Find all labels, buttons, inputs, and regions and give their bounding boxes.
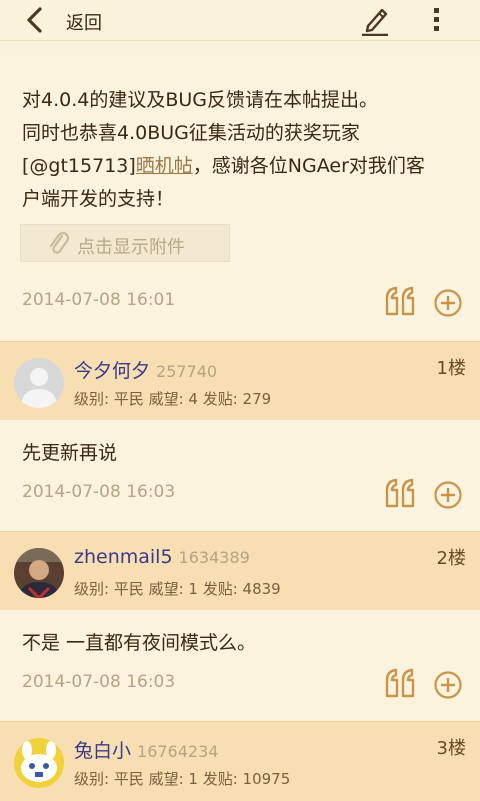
post-date: 2014-07-08 16:01 [22,290,176,310]
user-photo-icon [14,548,64,598]
username-text[interactable]: 今夕何夕 [74,360,150,382]
show-attachment-button[interactable]: 点击显示附件 [20,224,230,262]
post-link[interactable]: 晒机帖 [136,155,193,177]
reply-body: 先更新再说 2014-07-08 16:03 [0,420,480,530]
username-text[interactable]: 兔白小 [74,740,131,762]
post-line: 户端开发的支持！ [22,188,175,210]
quote-icon[interactable] [384,286,418,316]
post-line: [@gt15713]晒机帖，感谢各位NGAer对我们客 [22,150,462,183]
more-menu-icon[interactable] [426,6,448,34]
reply-date: 2014-07-08 16:03 [22,482,176,502]
username[interactable]: 今夕何夕 257740 [74,356,217,383]
attachment-label: 点击显示附件 [77,237,185,258]
quote-icon[interactable] [384,668,418,698]
floor-header[interactable]: 今夕何夕 257740 级别: 平民 威望: 4 发贴: 279 1楼 [0,341,480,420]
back-button[interactable]: 返回 [66,9,102,35]
default-user-icon [14,358,64,408]
main-post: 对4.0.4的建议及BUG反馈请在本帖提出。 同时也恭喜4.0BUG征集活动的获… [0,58,480,340]
floor-number: 2楼 [436,548,466,569]
post-content: 对4.0.4的建议及BUG反馈请在本帖提出。 同时也恭喜4.0BUG征集活动的获… [22,84,462,216]
back-arrow-icon[interactable] [22,6,50,34]
add-reply-icon[interactable] [433,288,463,318]
user-stats: 级别: 平民 威望: 1 发贴: 10975 [74,770,291,788]
post-line: 同时也恭喜4.0BUG征集活动的获奖玩家 [22,122,360,144]
edit-pen-icon[interactable] [360,4,390,36]
reply-body: 不是 一直都有夜间模式么。 2014-07-08 16:03 [0,610,480,720]
paperclip-icon [49,231,70,254]
username-text[interactable]: zhenmail5 [74,546,173,568]
floor-header[interactable]: zhenmail5 1634389 级别: 平民 威望: 1 发贴: 4839 2… [0,531,480,610]
mention-text: [@gt15713] [22,155,136,177]
user-id: 1634389 [178,548,250,567]
reply-text: 不是 一直都有夜间模式么。 [22,632,257,654]
cartoon-rabbit-icon [14,738,64,788]
avatar[interactable] [14,738,64,788]
reply-date: 2014-07-08 16:03 [22,672,176,692]
add-reply-icon[interactable] [433,670,463,700]
floor-header[interactable]: 兔白小 16764234 级别: 平民 威望: 1 发贴: 10975 3楼 [0,721,480,801]
top-bar: 返回 [0,0,480,41]
avatar[interactable] [14,358,64,408]
username[interactable]: zhenmail5 1634389 [74,546,250,568]
avatar[interactable] [14,548,64,598]
post-line: 对4.0.4的建议及BUG反馈请在本帖提出。 [22,89,379,111]
add-reply-icon[interactable] [433,480,463,510]
user-id: 16764234 [137,742,219,761]
floor-number: 1楼 [436,358,466,379]
quote-icon[interactable] [384,478,418,508]
user-stats: 级别: 平民 威望: 1 发贴: 4839 [74,580,281,598]
post-text: ，感谢各位NGAer对我们客 [192,155,425,177]
user-stats: 级别: 平民 威望: 4 发贴: 279 [74,390,272,408]
user-id: 257740 [156,362,218,381]
username[interactable]: 兔白小 16764234 [74,736,218,763]
reply-text: 先更新再说 [22,442,118,464]
floor-number: 3楼 [436,738,466,759]
